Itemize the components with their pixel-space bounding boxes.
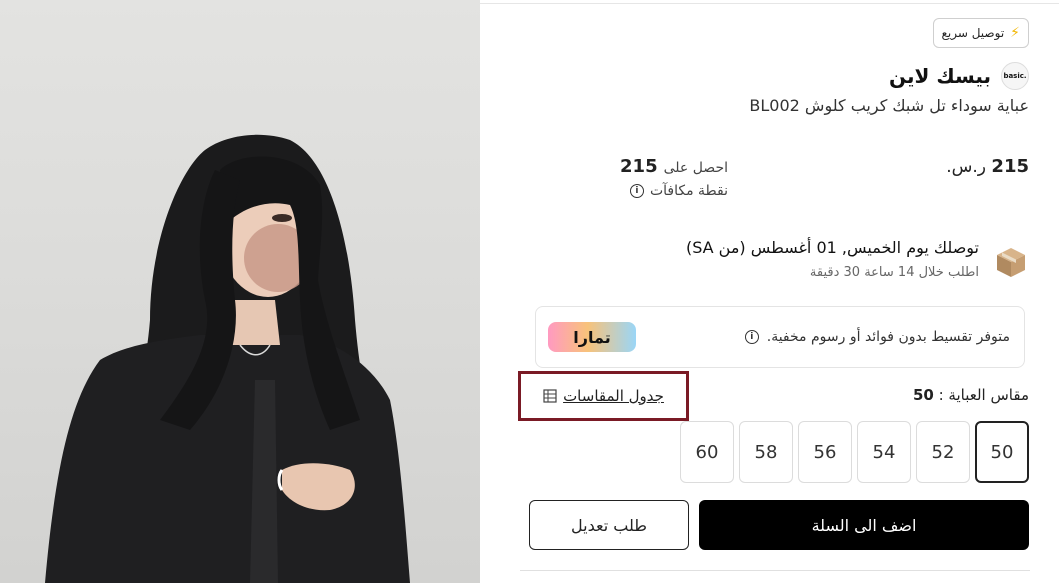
fast-delivery-badge: ⚡ توصيل سريع [932,18,1029,48]
installments-box[interactable]: متوفر تقسيط بدون فوائد أو رسوم مخفية. i … [535,306,1025,368]
price-currency: ر.س. [946,157,987,177]
rewards-label: نقطة مكافآت [649,183,728,199]
product-title: عباية سوداء تل شبك كريب كلوش BL002 [749,96,1029,115]
package-box-icon [997,248,1025,277]
info-icon[interactable]: i [744,330,759,344]
delivery-info: توصلك يوم الخميس, 01 أغسطس (من SA) اطلب … [686,238,1029,280]
price-amount: 215 [991,156,1029,177]
delivery-title: توصلك يوم الخميس, 01 أغسطس (من SA) [685,238,979,257]
add-to-cart-button[interactable]: اضف الى السلة [699,500,1029,550]
size-label-text: مقاس العباية : [938,386,1029,404]
size-option-54[interactable]: 54 [857,421,911,483]
size-chart-label[interactable]: جدول المقاسات [563,387,664,405]
brand-row[interactable]: basic. بيسك لاين [889,62,1029,90]
size-selected-value: 50 [912,386,934,404]
installments-text: متوفر تقسيط بدون فوائد أو رسوم مخفية. [766,329,1010,345]
rewards-points: 215 [620,156,658,177]
bottom-divider [520,570,1030,571]
fast-delivery-label: توصيل سريع [941,26,1005,40]
info-icon[interactable]: i [629,184,644,198]
size-options: 50 52 54 56 58 60 [680,421,1029,483]
size-option-58[interactable]: 58 [739,421,793,483]
size-option-52[interactable]: 52 [916,421,970,483]
product-price: 215 ر.س. [946,156,1029,177]
table-grid-icon [543,389,557,403]
product-details-panel: ⚡ توصيل سريع basic. بيسك لاين عباية سودا… [480,0,1059,583]
delivery-subtitle: اطلب خلال 14 ساعة 30 دقيقة [809,265,979,280]
request-edit-button[interactable]: طلب تعديل [529,500,689,550]
size-label: مقاس العباية : 50 [913,386,1029,404]
rewards-prefix: احصل على [663,160,728,176]
size-option-56[interactable]: 56 [798,421,852,483]
size-option-60[interactable]: 60 [680,421,734,483]
size-option-50[interactable]: 50 [975,421,1029,483]
brand-name[interactable]: بيسك لاين [889,64,991,88]
model-illustration [45,134,410,583]
rewards-info: احصل على 215 نقطة مكافآت i [528,156,728,199]
product-photo[interactable] [0,0,480,583]
tamara-logo: تمارا [548,322,636,352]
size-chart-link[interactable]: جدول المقاسات [518,371,689,421]
lightning-icon: ⚡ [1010,25,1020,41]
brand-logo: basic. [1001,62,1029,90]
